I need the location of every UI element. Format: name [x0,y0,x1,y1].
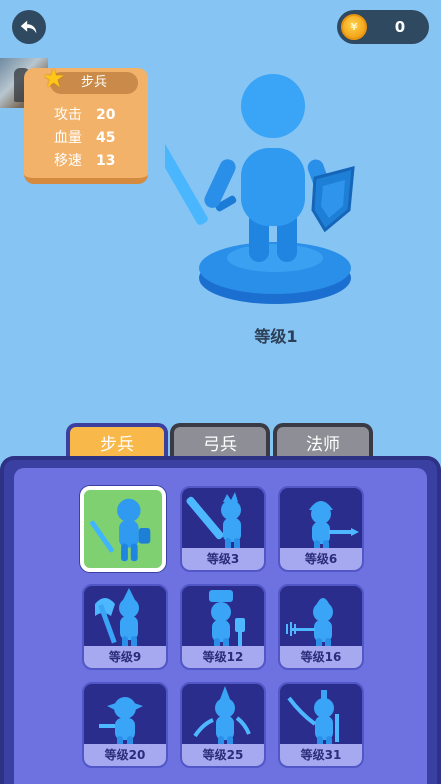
coin-icon: ¥ [341,14,367,40]
unit-card-2[interactable]: 等级3 [180,486,266,572]
hammer-icon [209,590,245,650]
unit-card-4[interactable]: 等级9 [82,584,168,670]
unit-card-7[interactable]: 等级20 [82,682,168,768]
stat-value: 45 [96,130,116,146]
unit-card-1[interactable] [80,486,166,572]
stat-row-attack: 攻击 20 [54,104,154,126]
goblin-icon [99,697,143,748]
axe-icon [95,588,139,650]
unit-card-9[interactable]: 等级31 [278,682,364,768]
stat-label: 移速 [54,153,82,169]
big-sword-icon [186,492,241,552]
sword-shield-icon [90,498,151,562]
stat-row-health: 血量 45 [54,127,154,149]
stat-label: 攻击 [54,107,82,123]
stat-value: 13 [96,153,116,169]
coin-counter: ¥ 0 [337,10,429,44]
coin-value: 0 [394,18,406,36]
trident-icon [286,598,333,650]
unit-level-label: 等级12 [182,646,264,668]
unit-level-label: 等级16 [280,646,362,668]
stat-row-speed: 移速 13 [54,150,154,172]
unit-level-label: 等级31 [280,744,362,766]
unit-level-label: 等级20 [84,744,166,766]
unit-level-label: 等级25 [182,744,264,766]
hero-level-label: 等级1 [254,327,298,346]
unit-card-5[interactable]: 等级12 [180,584,266,670]
spear-helmet-icon [309,501,359,552]
back-arrow-icon [20,20,37,34]
unit-card-3[interactable]: 等级6 [278,486,364,572]
hero-figure [165,74,355,304]
unit-panel: 等级3 等级6 等级9 等级12 等级16 等级20 等级25 等级31 [0,456,441,784]
stat-label: 血量 [54,130,82,146]
unit-level-label: 等级9 [84,646,166,668]
unit-card-8[interactable]: 等级25 [180,682,266,768]
unit-grid: 等级3 等级6 等级9 等级12 等级16 等级20 等级25 等级31 [14,468,427,784]
star-icon: ★ [42,64,66,94]
scimitar-icon [193,686,251,748]
unit-level-label: 等级3 [182,548,264,570]
unit-card-6[interactable]: 等级16 [278,584,364,670]
back-button[interactable] [12,10,46,44]
stat-value: 20 [96,107,116,123]
unit-level-label: 等级6 [280,548,362,570]
katana-icon [287,690,339,748]
